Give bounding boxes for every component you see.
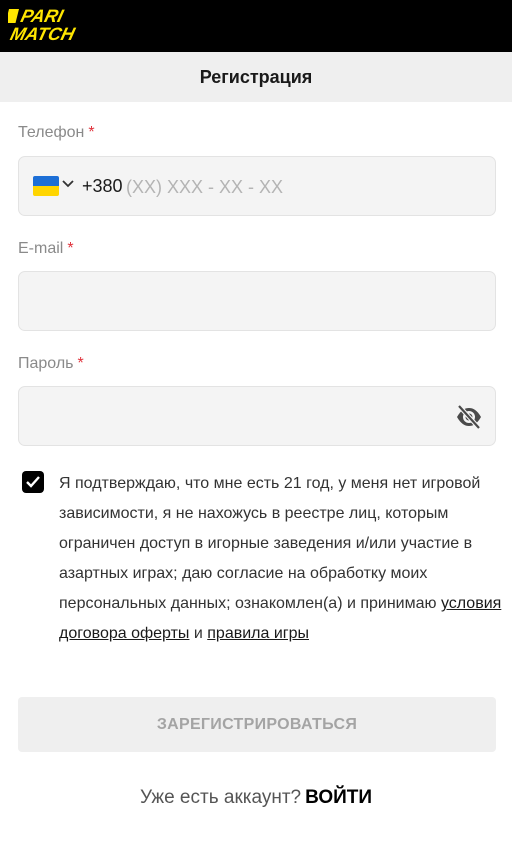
email-input[interactable] [33,286,433,318]
logo-text-bottom: MATCH [8,23,78,44]
register-button[interactable]: ЗАРЕГИСТРИРОВАТЬСЯ [18,697,496,752]
email-label: E-mail * [18,240,74,258]
phone-label-text: Телефон [18,124,85,141]
password-label-text: Пароль [18,355,74,372]
phone-label: Телефон * [18,124,95,142]
email-field[interactable] [18,271,496,331]
password-required-mark: * [77,355,84,372]
parimatch-logo[interactable]: PARI MATCH [8,5,112,45]
email-required-mark: * [67,240,74,257]
email-label-text: E-mail [18,240,64,257]
password-input[interactable] [33,401,433,433]
login-prompt: Уже есть аккаунт? ВОЙТИ [0,787,512,809]
chevron-down-icon[interactable] [62,179,74,189]
page-title-bar: Регистрация [0,52,512,102]
consent-conjunction: и [189,625,208,642]
consent-checkbox[interactable] [22,471,44,493]
eye-slash-icon[interactable] [455,403,483,431]
login-question: Уже есть аккаунт? [139,787,302,808]
checkmark-icon [26,476,40,488]
phone-required-mark: * [88,124,95,141]
consent-text-block: Я подтверждаю, что мне есть 21 год, у ме… [59,469,504,649]
top-header: PARI MATCH [0,0,512,52]
login-link[interactable]: ВОЙТИ [305,787,372,808]
page-title: Регистрация [199,66,313,87]
password-field[interactable] [18,386,496,446]
consent-text: Я подтверждаю, что мне есть 21 год, у ме… [59,475,481,612]
phone-field[interactable]: +380 [18,156,496,216]
rules-link[interactable]: правила игры [207,625,309,642]
password-label: Пароль * [18,355,84,373]
ukraine-flag-icon[interactable] [33,176,59,196]
phone-input[interactable] [126,171,426,203]
phone-prefix: +380 [82,176,123,196]
